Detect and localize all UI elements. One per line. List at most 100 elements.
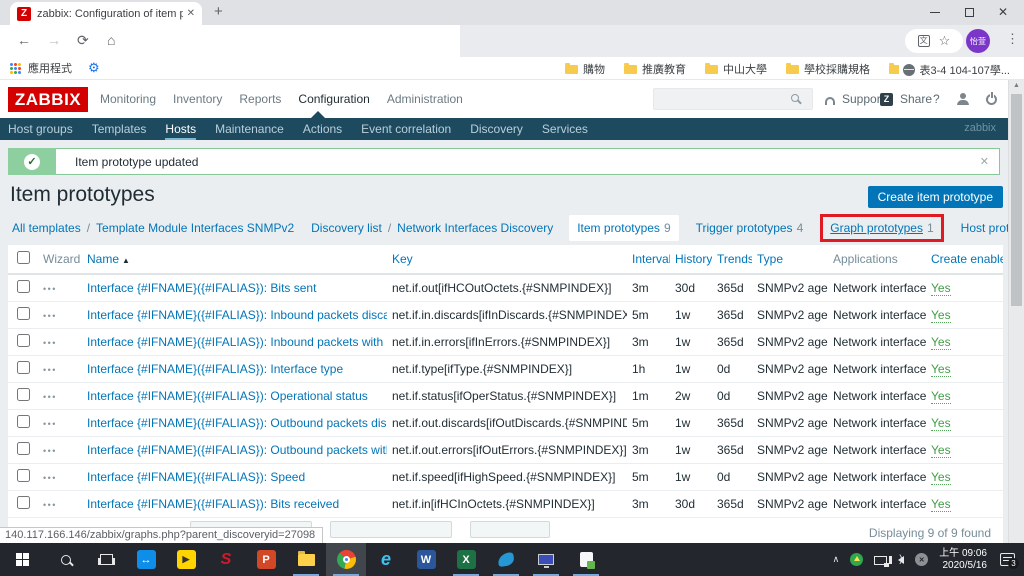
column-key[interactable]: Key: [387, 245, 627, 275]
column-type[interactable]: Type: [752, 245, 828, 275]
item-name-link[interactable]: Interface {#IFNAME}({#IFALIAS}): Outboun…: [87, 416, 387, 430]
row-checkbox[interactable]: [16, 334, 30, 347]
create-enabled-link[interactable]: Yes: [931, 308, 951, 323]
zabbix-search-box[interactable]: [653, 88, 813, 110]
row-checkbox[interactable]: [16, 496, 30, 509]
sub-nav-item[interactable]: Host groups: [8, 122, 73, 136]
apps-label[interactable]: 應用程式: [28, 60, 72, 76]
wizard-menu-icon[interactable]: •••: [43, 392, 57, 402]
taskbar-chrome[interactable]: [326, 543, 366, 576]
column-name-sort[interactable]: Name ▲: [82, 245, 387, 275]
antivirus-tray-icon[interactable]: [850, 553, 864, 566]
bookmark-folder[interactable]: 中山大學: [705, 61, 767, 77]
create-enabled-link[interactable]: Yes: [931, 281, 951, 296]
prototype-tab[interactable]: Trigger prototypes 4: [692, 215, 808, 241]
back-icon[interactable]: ←: [17, 32, 31, 48]
home-icon[interactable]: ⌂: [107, 32, 115, 48]
taskbar-s-app[interactable]: S: [206, 543, 246, 576]
window-minimize-button[interactable]: [918, 0, 952, 24]
create-enabled-link[interactable]: Yes: [931, 416, 951, 431]
volume-tray-icon[interactable]: [889, 554, 905, 565]
wizard-menu-icon[interactable]: •••: [43, 365, 57, 375]
taskbar-potplayer[interactable]: ▶: [166, 543, 206, 576]
wizard-menu-icon[interactable]: •••: [43, 419, 57, 429]
disconnected-tray-icon[interactable]: ✕: [915, 553, 929, 566]
create-item-prototype-button[interactable]: Create item prototype: [867, 186, 1003, 208]
forward-icon[interactable]: →: [47, 32, 61, 48]
main-nav-item[interactable]: Reports: [239, 92, 281, 106]
logout-button[interactable]: [986, 80, 997, 118]
row-checkbox[interactable]: [16, 469, 30, 482]
item-name-link[interactable]: Interface {#IFNAME}({#IFALIAS}): Inbound…: [87, 335, 387, 349]
profile-avatar[interactable]: 怡萱: [966, 29, 990, 53]
main-nav-item[interactable]: Configuration: [298, 92, 369, 106]
sub-nav-item[interactable]: Maintenance: [215, 122, 284, 136]
column-history[interactable]: History: [670, 245, 712, 275]
bookmark-page[interactable]: 表3-4 104-107學...: [898, 62, 1010, 78]
sub-nav-item[interactable]: Event correlation: [361, 122, 451, 136]
message-close-icon[interactable]: ✕: [980, 155, 989, 168]
browser-menu-icon[interactable]: ⋮: [1006, 31, 1019, 47]
item-name-link[interactable]: Interface {#IFNAME}({#IFALIAS}): Operati…: [87, 389, 368, 403]
start-button[interactable]: [0, 543, 46, 576]
apps-grid-icon[interactable]: [10, 62, 21, 74]
create-enabled-link[interactable]: Yes: [931, 497, 951, 512]
support-link[interactable]: Support: [825, 80, 884, 118]
column-trends[interactable]: Trends: [712, 245, 752, 275]
prototype-tab[interactable]: Item prototypes 9: [569, 215, 679, 241]
taskbar-internet-explorer[interactable]: e: [366, 543, 406, 576]
row-checkbox[interactable]: [16, 442, 30, 455]
bookmark-star-icon[interactable]: ☆: [939, 34, 951, 47]
item-name-link[interactable]: Interface {#IFNAME}({#IFALIAS}): Inbound…: [87, 308, 387, 322]
create-enabled-link[interactable]: Yes: [931, 335, 951, 350]
column-create-enabled[interactable]: Create enabled: [926, 245, 1003, 275]
wizard-menu-icon[interactable]: •••: [43, 446, 57, 456]
taskbar-search-button[interactable]: [46, 543, 86, 576]
sub-nav-item[interactable]: Actions: [303, 122, 342, 136]
select-all-checkbox[interactable]: [16, 251, 30, 264]
create-enabled-link[interactable]: Yes: [931, 443, 951, 458]
gear-icon[interactable]: ⚙: [88, 60, 100, 76]
taskbar-file-explorer[interactable]: [286, 543, 326, 576]
taskbar-clock[interactable]: 上午 09:06 2020/5/16: [939, 548, 987, 572]
sub-nav-item[interactable]: Templates: [92, 122, 147, 136]
row-checkbox[interactable]: [16, 388, 30, 401]
user-profile-button[interactable]: [957, 80, 969, 118]
browser-tab[interactable]: Z zabbix: Configuration of item p ✕: [10, 2, 202, 25]
help-button[interactable]: ?: [933, 80, 940, 118]
breadcrumb-link[interactable]: Network Interfaces Discovery: [382, 221, 553, 235]
wizard-menu-icon[interactable]: •••: [43, 284, 57, 294]
column-interval[interactable]: Interval: [627, 245, 670, 275]
main-nav-item[interactable]: Administration: [387, 92, 463, 106]
prototype-tab[interactable]: Graph prototypes 1: [820, 214, 944, 242]
taskbar-teamviewer[interactable]: ↔: [126, 543, 166, 576]
wizard-menu-icon[interactable]: •••: [43, 500, 57, 510]
tab-close-icon[interactable]: ✕: [187, 8, 195, 19]
bookmark-folder[interactable]: 購物: [565, 61, 605, 77]
taskbar-wireshark[interactable]: [486, 543, 526, 576]
taskbar-excel[interactable]: X: [446, 543, 486, 576]
page-scrollbar[interactable]: ▲: [1008, 80, 1024, 543]
item-name-link[interactable]: Interface {#IFNAME}({#IFALIAS}): Interfa…: [87, 362, 343, 376]
create-enabled-link[interactable]: Yes: [931, 362, 951, 377]
item-name-link[interactable]: Interface {#IFNAME}({#IFALIAS}): Speed: [87, 470, 305, 484]
wizard-menu-icon[interactable]: •••: [43, 311, 57, 321]
breadcrumb-link[interactable]: All templates: [12, 221, 81, 235]
breadcrumb-link[interactable]: Template Module Interfaces SNMPv2: [81, 221, 294, 235]
scrollbar-up-arrow[interactable]: ▲: [1009, 80, 1024, 92]
wizard-menu-icon[interactable]: •••: [43, 338, 57, 348]
row-checkbox[interactable]: [16, 307, 30, 320]
omnibox[interactable]: [0, 25, 460, 57]
sub-nav-item[interactable]: Services: [542, 122, 588, 136]
new-tab-button[interactable]: +: [214, 3, 223, 20]
breadcrumb-link[interactable]: Discovery list: [311, 221, 382, 235]
share-link[interactable]: Z Share: [880, 80, 932, 118]
tray-chevron-icon[interactable]: ∧: [833, 554, 840, 565]
reload-icon[interactable]: ⟳: [77, 32, 89, 49]
taskbar-powerpoint[interactable]: P: [246, 543, 286, 576]
window-close-button[interactable]: ✕: [986, 0, 1020, 24]
item-name-link[interactable]: Interface {#IFNAME}({#IFALIAS}): Bits se…: [87, 281, 316, 295]
taskbar-notepad[interactable]: [566, 543, 606, 576]
sub-nav-item[interactable]: Discovery: [470, 122, 523, 136]
zabbix-logo[interactable]: ZABBIX: [8, 87, 88, 112]
